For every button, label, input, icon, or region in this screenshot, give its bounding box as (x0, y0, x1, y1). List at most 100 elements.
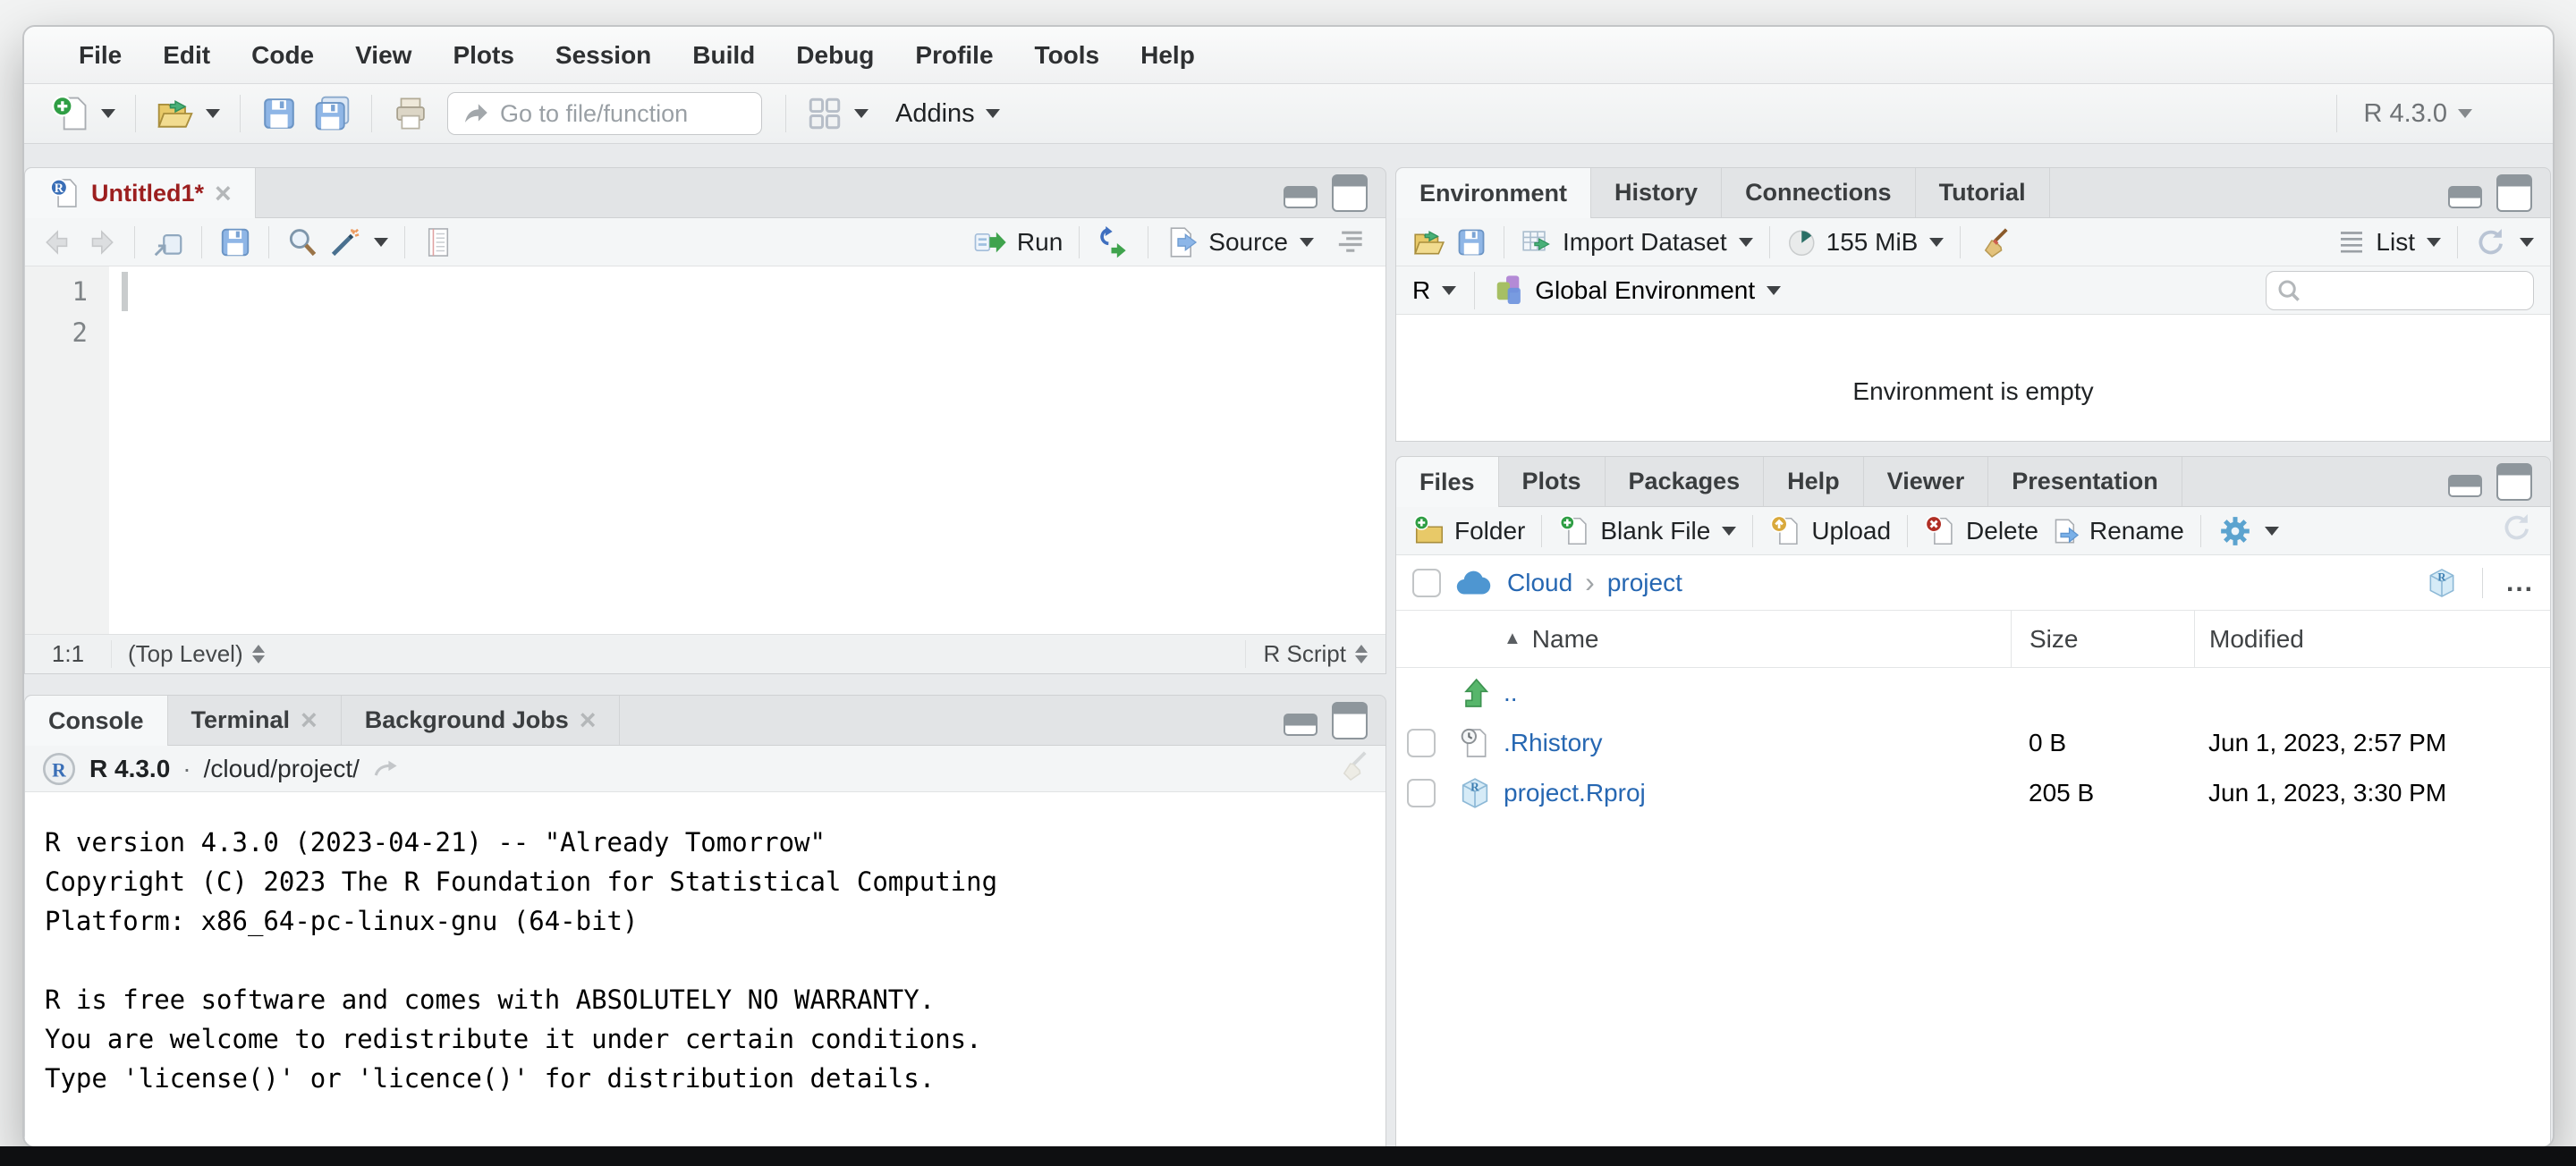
clear-console-icon[interactable] (1335, 748, 1369, 782)
column-header-name[interactable]: ▲ Name (1504, 625, 2011, 654)
code-tools-button[interactable] (328, 225, 388, 259)
console-output[interactable]: R version 4.3.0 (2023-04-21) -- "Already… (25, 792, 1385, 1148)
console-tab[interactable]: Console (25, 696, 168, 746)
menu-item[interactable]: Tools (1014, 27, 1121, 84)
editor-text-area[interactable] (109, 266, 1385, 634)
maximize-pane-button[interactable] (1332, 702, 1368, 739)
more-file-commands-button[interactable] (2217, 513, 2279, 549)
close-icon[interactable]: × (580, 704, 597, 737)
open-in-new-window-button[interactable] (151, 225, 185, 259)
minimize-pane-button[interactable] (2448, 475, 2482, 497)
menu-item[interactable]: Build (672, 27, 775, 84)
menu-item[interactable]: File (58, 27, 142, 84)
forward-button[interactable] (84, 225, 118, 259)
column-header-size[interactable]: Size (2011, 611, 2194, 667)
file-row[interactable]: R project.Rproj 205 B Jun 1, 2023, 3:30 … (1396, 768, 2550, 818)
minimize-pane-button[interactable] (1284, 186, 1318, 208)
minimize-pane-button[interactable] (1284, 714, 1318, 736)
menu-item[interactable]: Help (1120, 27, 1216, 84)
new-folder-button[interactable]: Folder (1412, 514, 1525, 548)
chevron-down-icon[interactable] (1442, 286, 1456, 295)
maximize-pane-button[interactable] (1332, 174, 1368, 212)
environment-search-box[interactable] (2266, 271, 2534, 310)
new-file-button[interactable] (47, 94, 119, 133)
breadcrumb-cloud-link[interactable]: Cloud (1507, 569, 1572, 597)
menu-item[interactable]: Debug (775, 27, 894, 84)
column-header-modified[interactable]: Modified (2194, 611, 2550, 667)
chevron-down-icon[interactable] (101, 109, 115, 118)
menu-item[interactable]: View (335, 27, 432, 84)
import-dataset-button[interactable]: Import Dataset (1521, 225, 1753, 259)
addins-button[interactable]: Addins (892, 99, 1004, 129)
chevron-down-icon[interactable] (1722, 527, 1736, 536)
chevron-down-icon[interactable] (854, 109, 869, 118)
goto-file-search[interactable] (447, 92, 762, 135)
files-tab[interactable]: Help (1764, 457, 1864, 506)
chevron-down-icon[interactable] (1929, 238, 1944, 247)
open-file-button[interactable] (152, 94, 224, 133)
blank-file-button[interactable]: Blank File (1558, 514, 1736, 548)
go-to-directory-button[interactable]: ... (2506, 568, 2534, 598)
print-button[interactable] (388, 95, 433, 132)
scope-selector[interactable]: (Top Level) (111, 640, 1245, 668)
tab-untitled1[interactable]: R Untitled1* × (25, 168, 256, 218)
maximize-pane-button[interactable] (2496, 174, 2532, 212)
close-icon[interactable]: × (215, 177, 232, 210)
chevron-down-icon[interactable] (1300, 238, 1314, 247)
file-row[interactable]: .Rhistory 0 B Jun 1, 2023, 2:57 PM (1396, 718, 2550, 768)
file-name-link[interactable]: .. (1504, 679, 1518, 707)
environment-tab[interactable]: Environment (1396, 168, 1591, 218)
file-name-link[interactable]: project.Rproj (1504, 779, 1646, 807)
find-replace-button[interactable] (285, 225, 319, 259)
pane-layout-button[interactable] (802, 95, 872, 132)
run-button[interactable]: Run (973, 224, 1063, 260)
chevron-down-icon[interactable] (1767, 286, 1781, 295)
chevron-down-icon[interactable] (374, 238, 388, 247)
file-type-selector[interactable]: R Script (1245, 640, 1385, 668)
console-tab[interactable]: Terminal × (168, 696, 342, 745)
delete-button[interactable]: Delete (1924, 514, 2038, 548)
refresh-environment-button[interactable] (2474, 225, 2534, 259)
menu-item[interactable]: Session (535, 27, 672, 84)
files-tab[interactable]: Packages (1606, 457, 1765, 506)
save-button[interactable] (257, 95, 301, 132)
code-editor[interactable]: 12 (25, 266, 1385, 634)
files-tab[interactable]: Files (1396, 457, 1499, 507)
menu-item[interactable]: Code (231, 27, 335, 84)
upload-button[interactable]: Upload (1769, 514, 1891, 548)
file-checkbox[interactable] (1407, 779, 1436, 807)
chevron-down-icon[interactable] (2265, 527, 2279, 536)
r-version-selector[interactable]: R 4.3.0 (2360, 99, 2477, 129)
chevron-down-icon[interactable] (2520, 238, 2534, 247)
language-selector[interactable]: R (1412, 276, 1456, 305)
menu-item[interactable]: Edit (142, 27, 231, 84)
memory-usage-button[interactable]: 155 MiB (1786, 226, 1945, 258)
file-checkbox[interactable] (1407, 729, 1436, 757)
files-tab[interactable]: Viewer (1864, 457, 1989, 506)
breadcrumb-project-link[interactable]: project (1607, 569, 1682, 597)
select-all-checkbox[interactable] (1412, 569, 1441, 597)
files-tab[interactable]: Plots (1499, 457, 1606, 506)
document-outline-button[interactable] (1334, 224, 1369, 260)
file-name-link[interactable]: .Rhistory (1504, 729, 1602, 757)
console-tab[interactable]: Background Jobs × (342, 696, 621, 745)
close-icon[interactable]: × (301, 704, 318, 737)
rerun-button[interactable] (1096, 224, 1131, 260)
environment-scope-selector[interactable]: Global Environment (1493, 274, 1781, 308)
source-button[interactable]: Source (1165, 224, 1314, 260)
environment-tab[interactable]: History (1591, 168, 1722, 217)
file-row[interactable]: .. (1396, 668, 2550, 718)
back-button[interactable] (41, 225, 75, 259)
load-workspace-button[interactable] (1412, 225, 1446, 259)
environment-tab[interactable]: Connections (1722, 168, 1916, 217)
compile-report-button[interactable] (421, 225, 455, 259)
maximize-pane-button[interactable] (2496, 463, 2532, 501)
environment-search-input[interactable] (2309, 276, 2524, 304)
chevron-down-icon[interactable] (2458, 109, 2472, 118)
environment-tab[interactable]: Tutorial (1916, 168, 2050, 217)
files-tab[interactable]: Presentation (1988, 457, 2182, 506)
refresh-files-icon[interactable] (2500, 511, 2534, 545)
menu-item[interactable]: Profile (894, 27, 1013, 84)
chevron-down-icon[interactable] (2427, 238, 2441, 247)
chevron-down-icon[interactable] (986, 109, 1000, 118)
